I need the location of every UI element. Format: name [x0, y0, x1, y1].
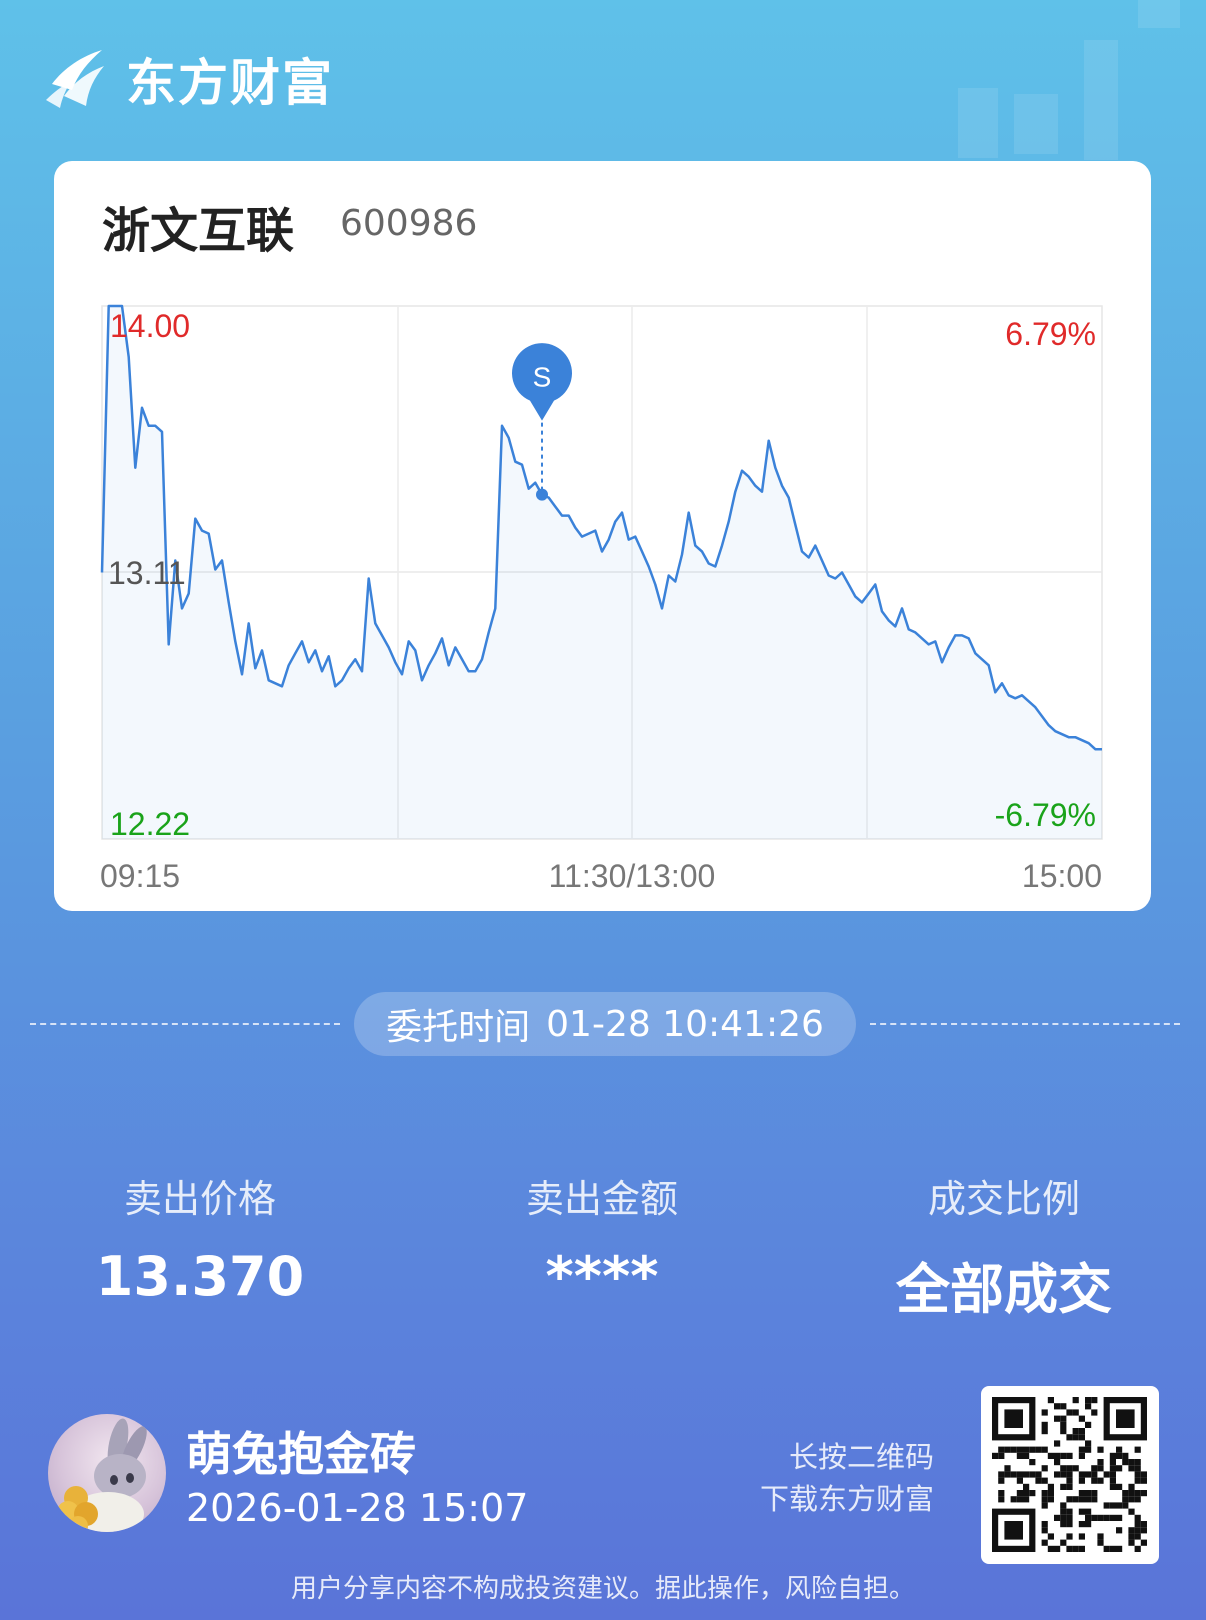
intraday-chart: 14.00 13.11 12.22 6.79% -6.79% 09:15 11:…: [100, 304, 1103, 894]
chart-card: 浙文互联 600986 14.00 13.11 12.22 6.79% -6.7…: [54, 161, 1151, 911]
marker-dot: [536, 488, 548, 501]
stat-label: 成交比例: [927, 1177, 1080, 1221]
stat-value: ****: [545, 1245, 659, 1308]
stat-sell-price: 卖出价格 13.370: [0, 1168, 400, 1308]
y-label-pct-high: 6.79%: [1005, 316, 1096, 352]
y-label-high: 14.00: [110, 308, 190, 344]
disclaimer: 用户分享内容不构成投资建议。据此操作，风险自担。: [290, 1574, 915, 1604]
qr-tip-line2: 下载东方财富: [759, 1482, 934, 1516]
dash-line-right: [870, 1023, 1180, 1025]
y-label-pct-low: -6.79%: [995, 797, 1096, 833]
marker-label: S: [533, 362, 552, 393]
eastmoney-logo-icon: [46, 50, 104, 108]
x-label-end: 15:00: [1022, 858, 1102, 894]
rabbit-avatar-icon: [57, 1418, 147, 1532]
qr-code-icon: [992, 1397, 1147, 1552]
avatar[interactable]: [48, 1414, 166, 1532]
order-time-value: 01-28 10:41:26: [546, 1003, 824, 1045]
y-label-low: 12.22: [110, 806, 190, 842]
order-time-label: 委托时间: [386, 1007, 531, 1048]
dash-line-left: [30, 1023, 340, 1025]
stat-value: 全部成交: [896, 1258, 1112, 1321]
user-name: 萌兔抱金砖: [186, 1427, 416, 1481]
qr-code[interactable]: [981, 1386, 1159, 1564]
stat-sell-amount: 卖出金额 ****: [402, 1168, 802, 1308]
qr-tip-line1: 长按二维码: [788, 1440, 934, 1474]
order-time-row: 委托时间 01-28 10:41:26: [30, 992, 1180, 1056]
decor-candle: [958, 88, 998, 158]
decor-candle: [1084, 40, 1118, 160]
brand-title: 东方财富: [126, 54, 334, 112]
stat-value: 13.370: [95, 1245, 305, 1308]
order-time-pill: 委托时间 01-28 10:41:26: [354, 992, 856, 1056]
x-label-start: 09:15: [100, 858, 180, 894]
qr-tip: 长按二维码 下载东方财富: [760, 1436, 934, 1520]
stat-label: 卖出金额: [525, 1177, 678, 1221]
x-label-mid: 11:30/13:00: [549, 858, 716, 894]
y-label-mid: 13.11: [108, 555, 186, 591]
decor-candle: [1014, 94, 1058, 154]
stat-fill-ratio: 成交比例 全部成交: [804, 1168, 1204, 1324]
stat-label: 卖出价格: [123, 1177, 276, 1221]
decor-candle: [1138, 0, 1180, 28]
brand-header: 东方财富: [44, 44, 334, 114]
share-timestamp: 2026-01-28 15:07: [186, 1486, 529, 1530]
